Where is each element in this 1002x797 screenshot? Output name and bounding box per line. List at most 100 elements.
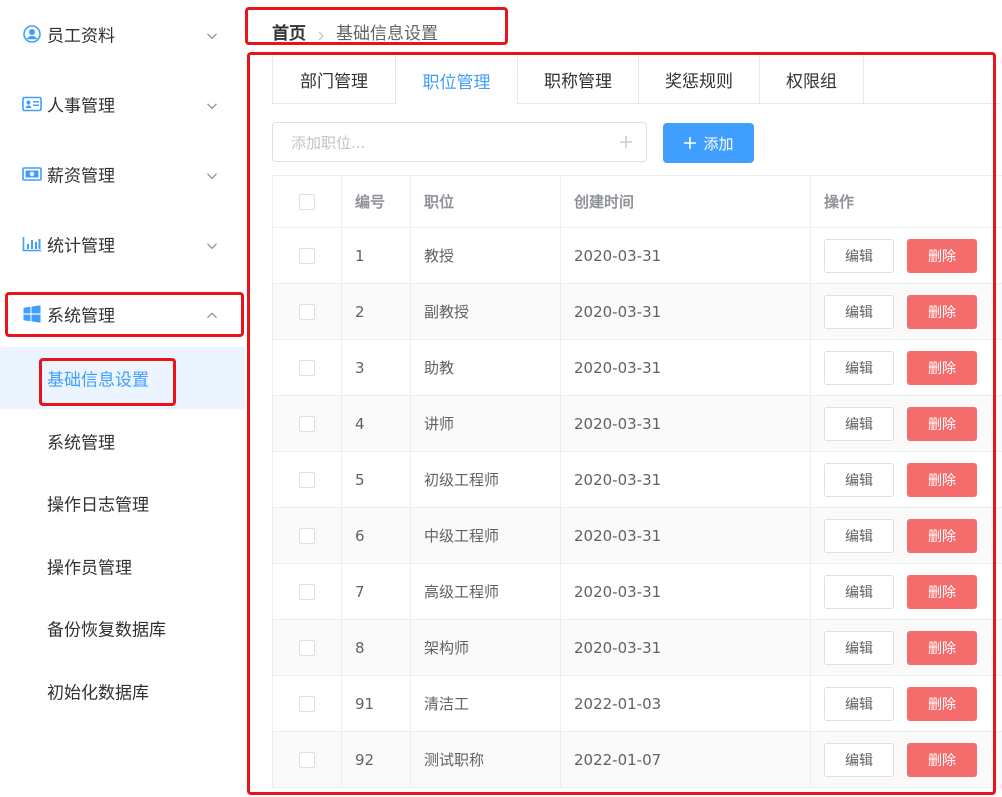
cell-id: 5 bbox=[342, 452, 411, 507]
tab-bar: 部门管理 职位管理 职称管理 奖惩规则 权限组 bbox=[272, 54, 1000, 105]
cell-ops: 编辑 删除 bbox=[811, 620, 1002, 675]
menu-label: 人事管理 bbox=[47, 96, 115, 117]
delete-button[interactable]: 删除 bbox=[907, 406, 977, 441]
submenu-basic-info-settings[interactable]: 基础信息设置 bbox=[0, 347, 245, 409]
delete-button[interactable]: 删除 bbox=[907, 742, 977, 777]
delete-button[interactable]: 删除 bbox=[907, 238, 977, 273]
cell-created: 2020-03-31 bbox=[561, 508, 811, 563]
menu-label: 员工资料 bbox=[47, 26, 115, 47]
row-checkbox[interactable] bbox=[299, 359, 315, 376]
table-row: 91 清洁工 2022-01-03 编辑 删除 bbox=[273, 676, 1002, 732]
sidebar: 员工资料 人事管理 薪资管理 统计管理 系统管理 基础信息设置 系统管理 操作日… bbox=[0, 0, 245, 797]
app: 员工资料 人事管理 薪资管理 统计管理 系统管理 基础信息设置 系统管理 操作日… bbox=[0, 0, 1002, 797]
menu-system[interactable]: 系统管理 bbox=[0, 286, 245, 342]
cell-created: 2020-03-31 bbox=[561, 228, 811, 283]
delete-button[interactable]: 删除 bbox=[907, 294, 977, 329]
add-position-input[interactable]: 添加职位... bbox=[272, 122, 647, 162]
menu-statistics[interactable]: 统计管理 bbox=[0, 216, 245, 272]
chevron-up-icon bbox=[206, 307, 218, 319]
cell-id: 4 bbox=[342, 396, 411, 451]
delete-button[interactable]: 删除 bbox=[907, 462, 977, 497]
add-button-label: 添加 bbox=[703, 134, 734, 153]
submenu-system-management[interactable]: 系统管理 bbox=[0, 410, 245, 472]
row-checkbox[interactable] bbox=[299, 471, 315, 488]
table-row: 2 副教授 2020-03-31 编辑 删除 bbox=[273, 284, 1002, 340]
row-checkbox-cell bbox=[273, 620, 342, 675]
breadcrumb-home[interactable]: 首页 bbox=[272, 19, 306, 44]
delete-button[interactable]: 删除 bbox=[907, 686, 977, 721]
select-all-checkbox[interactable] bbox=[299, 193, 315, 210]
table-row: 92 测试职称 2022-01-07 编辑 删除 bbox=[273, 732, 1002, 788]
submenu-label: 操作日志管理 bbox=[47, 495, 149, 516]
header-id: 编号 bbox=[342, 176, 411, 227]
cell-created: 2020-03-31 bbox=[561, 284, 811, 339]
submenu-label: 基础信息设置 bbox=[47, 370, 149, 391]
submenu-label: 操作员管理 bbox=[47, 558, 132, 579]
tab-list: 部门管理 职位管理 职称管理 奖惩规则 权限组 bbox=[272, 54, 864, 105]
submenu-backup-restore[interactable]: 备份恢复数据库 bbox=[0, 597, 245, 659]
edit-button[interactable]: 编辑 bbox=[824, 294, 894, 329]
tab-departments[interactable]: 部门管理 bbox=[273, 55, 395, 104]
row-checkbox-cell bbox=[273, 508, 342, 563]
bar-chart-icon bbox=[22, 234, 42, 254]
row-checkbox[interactable] bbox=[299, 527, 315, 544]
delete-button[interactable]: 删除 bbox=[907, 574, 977, 609]
header-ops: 操作 bbox=[824, 193, 855, 211]
edit-button[interactable]: 编辑 bbox=[824, 238, 894, 273]
positions-table: 编号 职位 创建时间 操作 1 教授 2020-03-31 编辑 删除 2 副教授 2020-… bbox=[272, 175, 1002, 788]
row-checkbox[interactable] bbox=[299, 247, 315, 264]
menu-hr[interactable]: 人事管理 bbox=[0, 76, 245, 132]
submenu-operation-logs[interactable]: 操作日志管理 bbox=[0, 472, 245, 534]
header-name: 职位 bbox=[411, 176, 561, 227]
edit-button[interactable]: 编辑 bbox=[824, 462, 894, 497]
row-checkbox-cell bbox=[273, 452, 342, 507]
edit-button[interactable]: 编辑 bbox=[824, 686, 894, 721]
menu-employee-info[interactable]: 员工资料 bbox=[0, 6, 245, 62]
table-row: 8 架构师 2020-03-31 编辑 删除 bbox=[273, 620, 1002, 676]
cell-name: 助教 bbox=[411, 340, 561, 395]
cell-id: 92 bbox=[342, 732, 411, 787]
row-checkbox[interactable] bbox=[299, 415, 315, 432]
table-row: 7 高级工程师 2020-03-31 编辑 删除 bbox=[273, 564, 1002, 620]
id-card-icon bbox=[22, 94, 42, 114]
tab-job-titles[interactable]: 职称管理 bbox=[517, 55, 638, 104]
tab-rewards-punishments[interactable]: 奖惩规则 bbox=[638, 55, 759, 104]
cell-created: 2020-03-31 bbox=[561, 340, 811, 395]
submenu-init-database[interactable]: 初始化数据库 bbox=[0, 660, 245, 722]
row-checkbox-cell bbox=[273, 676, 342, 731]
delete-button[interactable]: 删除 bbox=[907, 630, 977, 665]
cell-ops: 编辑 删除 bbox=[811, 228, 1002, 283]
edit-button[interactable]: 编辑 bbox=[824, 350, 894, 385]
edit-button[interactable]: 编辑 bbox=[824, 574, 894, 609]
row-checkbox[interactable] bbox=[299, 695, 315, 712]
row-checkbox[interactable] bbox=[299, 639, 315, 656]
edit-button[interactable]: 编辑 bbox=[824, 630, 894, 665]
tab-positions[interactable]: 职位管理 bbox=[395, 55, 517, 105]
row-checkbox[interactable] bbox=[299, 303, 315, 320]
cell-name: 高级工程师 bbox=[411, 564, 561, 619]
submenu-operators[interactable]: 操作员管理 bbox=[0, 535, 245, 597]
edit-button[interactable]: 编辑 bbox=[824, 518, 894, 553]
cell-id: 1 bbox=[342, 228, 411, 283]
row-checkbox[interactable] bbox=[299, 583, 315, 600]
cell-name: 初级工程师 bbox=[411, 452, 561, 507]
plus-icon[interactable] bbox=[618, 134, 634, 150]
row-checkbox[interactable] bbox=[299, 751, 315, 768]
cell-created: 2022-01-03 bbox=[561, 676, 811, 731]
submenu-label: 初始化数据库 bbox=[47, 683, 149, 704]
cell-name: 清洁工 bbox=[411, 676, 561, 731]
tab-permission-groups[interactable]: 权限组 bbox=[759, 55, 863, 104]
cell-ops: 编辑 删除 bbox=[811, 452, 1002, 507]
delete-button[interactable]: 删除 bbox=[907, 350, 977, 385]
table-header-row: 编号 职位 创建时间 操作 bbox=[273, 176, 1002, 228]
delete-button[interactable]: 删除 bbox=[907, 518, 977, 553]
add-button[interactable]: 添加 bbox=[663, 123, 754, 163]
edit-button[interactable]: 编辑 bbox=[824, 742, 894, 777]
edit-button[interactable]: 编辑 bbox=[824, 406, 894, 441]
cell-ops: 编辑 删除 bbox=[811, 732, 1002, 787]
menu-salary[interactable]: 薪资管理 bbox=[0, 146, 245, 202]
table-row: 5 初级工程师 2020-03-31 编辑 删除 bbox=[273, 452, 1002, 508]
chevron-down-icon bbox=[206, 97, 218, 110]
cell-ops: 编辑 删除 bbox=[811, 284, 1002, 339]
table-row: 6 中级工程师 2020-03-31 编辑 删除 bbox=[273, 508, 1002, 564]
